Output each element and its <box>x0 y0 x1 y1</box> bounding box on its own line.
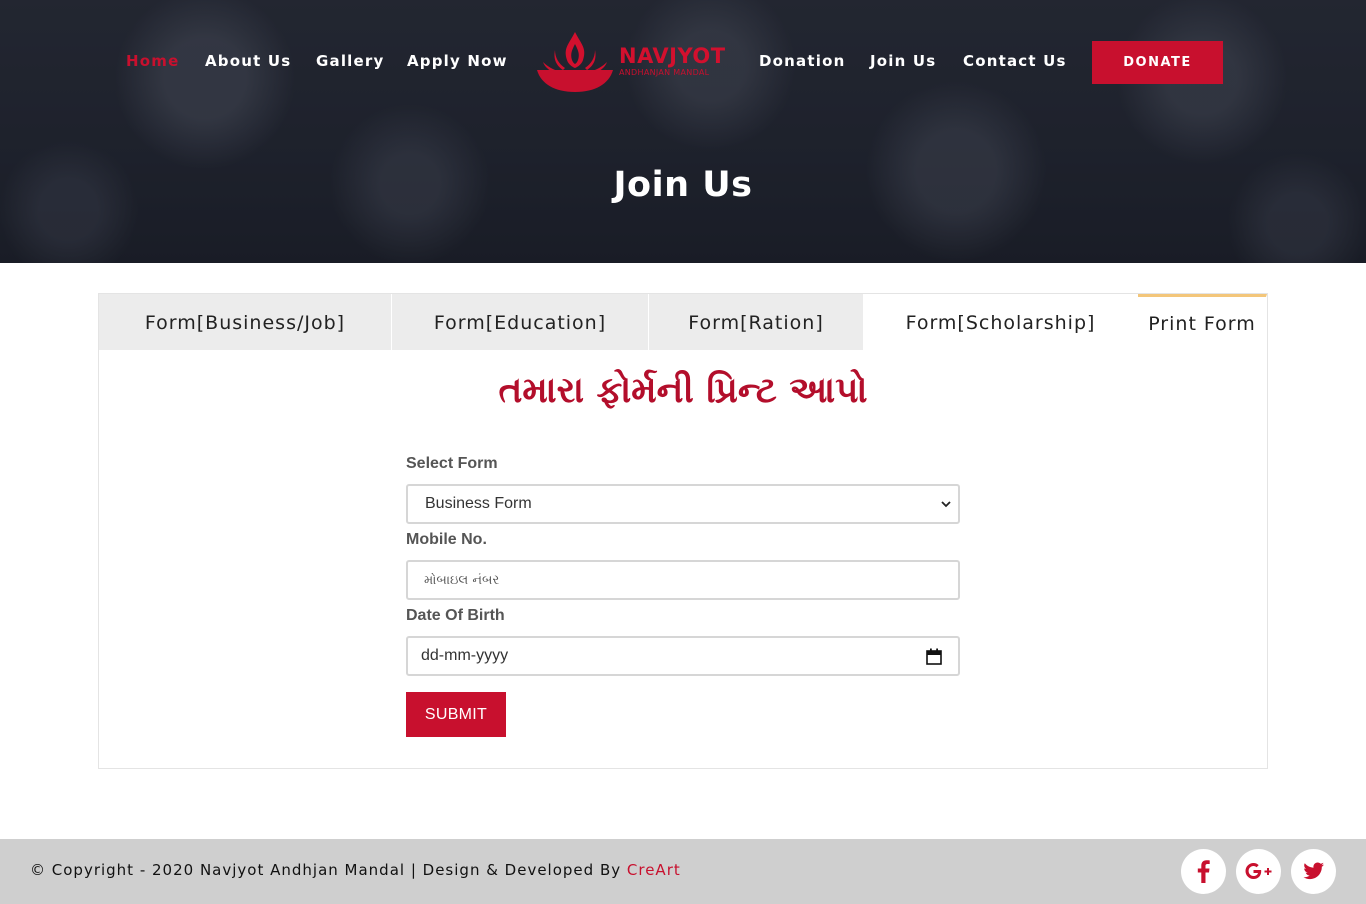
nav-apply-now[interactable]: Apply Now <box>407 52 508 70</box>
twitter-icon <box>1303 862 1324 880</box>
select-form-dropdown[interactable]: Business Form <box>406 484 960 524</box>
lamp-flame-icon <box>537 32 613 92</box>
logo-subtitle: ANDHANJAN MANDAL <box>619 68 710 77</box>
dob-label: Date Of Birth <box>406 607 505 624</box>
tab-education[interactable]: Form[Education] <box>392 294 649 350</box>
tab-print-form[interactable]: Print Form <box>1138 294 1267 350</box>
select-form-value: Business Form <box>425 495 532 512</box>
select-form-label: Select Form <box>406 455 498 472</box>
nav-gallery[interactable]: Gallery <box>316 52 384 70</box>
nav-join-us[interactable]: Join Us <box>870 52 936 70</box>
nav-donation[interactable]: Donation <box>759 52 845 70</box>
tab-ration[interactable]: Form[Ration] <box>649 294 864 350</box>
chevron-down-icon <box>941 501 951 508</box>
developer-link[interactable]: CreArt <box>627 861 681 879</box>
dob-field[interactable]: dd-mm-yyyy <box>406 636 960 676</box>
copyright-label: © Copyright - 2020 Navjyot Andhjan Manda… <box>30 861 627 879</box>
page-title: Join Us <box>613 165 753 205</box>
facebook-icon <box>1197 860 1210 883</box>
twitter-button[interactable] <box>1291 849 1336 894</box>
hero-banner: Home About Us Gallery Apply Now Donation… <box>0 0 1366 263</box>
nav-contact-us[interactable]: Contact Us <box>963 52 1067 70</box>
tab-scholarship[interactable]: Form[Scholarship] <box>864 294 1138 350</box>
calendar-icon[interactable] <box>926 648 942 665</box>
nav-about-us[interactable]: About Us <box>205 52 291 70</box>
nav-home[interactable]: Home <box>126 52 179 70</box>
facebook-button[interactable] <box>1181 849 1226 894</box>
site-logo[interactable]: NAVJYOT ANDHANJAN MANDAL <box>533 30 738 94</box>
dob-value: dd-mm-yyyy <box>421 647 509 664</box>
mobile-field <box>406 560 960 600</box>
google-plus-button[interactable] <box>1236 849 1281 894</box>
form-heading: તમારા ફોર્મની પ્રિન્ટ આપો <box>498 370 868 411</box>
logo-title: NAVJYOT <box>619 44 726 68</box>
tab-business-job[interactable]: Form[Business/Job] <box>99 294 392 350</box>
copyright-text: © Copyright - 2020 Navjyot Andhjan Manda… <box>30 861 681 879</box>
footer: © Copyright - 2020 Navjyot Andhjan Manda… <box>0 839 1366 904</box>
donate-button[interactable]: DONATE <box>1092 41 1223 84</box>
tab-bar: Form[Business/Job] Form[Education] Form[… <box>99 294 1267 350</box>
mobile-input[interactable] <box>408 562 958 598</box>
form-tabs-panel: Form[Business/Job] Form[Education] Form[… <box>98 293 1268 769</box>
google-plus-icon <box>1245 863 1272 879</box>
mobile-label: Mobile No. <box>406 531 487 548</box>
submit-button[interactable]: SUBMIT <box>406 692 506 737</box>
